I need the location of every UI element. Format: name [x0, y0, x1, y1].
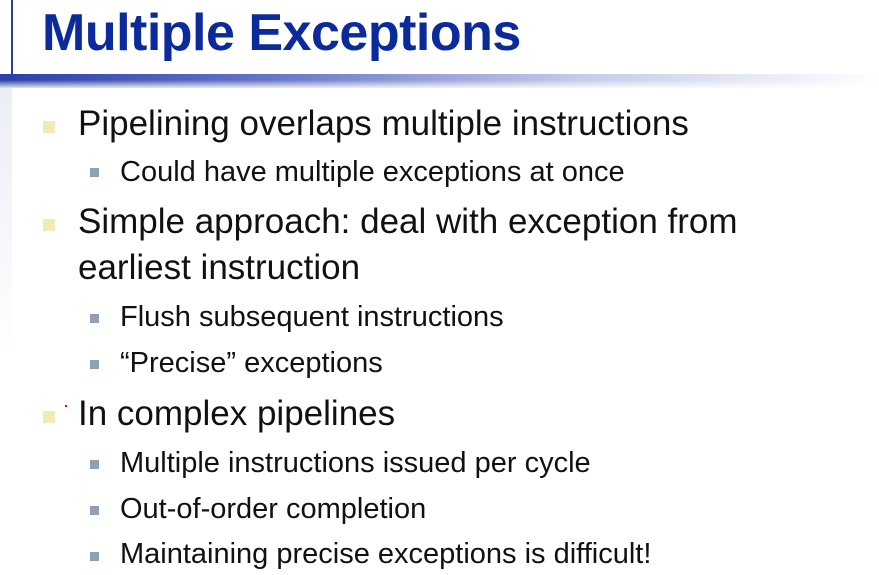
bullet-marker-icon [43, 219, 55, 231]
bullet-item-line-2: earliest instruction [78, 248, 361, 287]
sub-bullet-marker-icon [90, 552, 99, 561]
left-accent-fade [0, 88, 12, 358]
bullet-item: In complex pipelines [78, 394, 396, 433]
bullet-item: Pipelining overlaps multiple instruction… [78, 104, 689, 143]
sub-bullet-marker-icon [90, 460, 99, 469]
sub-bullet-item: Out-of-order completion [120, 493, 427, 525]
sub-bullet-marker-icon [90, 360, 99, 369]
title-underline-bar [0, 74, 879, 88]
sub-bullet-item: Flush subsequent instructions [120, 301, 504, 333]
stray-red-dot [65, 405, 67, 407]
slide: Multiple Exceptions Pipelining overlaps … [0, 0, 879, 575]
sub-bullet-marker-icon [90, 506, 99, 515]
sub-bullet-marker-icon [90, 314, 99, 323]
sub-bullet-item: Maintaining precise exceptions is diffic… [120, 538, 652, 570]
sub-bullet-item: Could have multiple exceptions at once [120, 156, 625, 188]
bullet-marker-icon [43, 411, 55, 423]
sub-bullet-marker-icon [90, 168, 99, 177]
bullet-item-line-1: Simple approach: deal with exception fro… [78, 202, 738, 241]
sub-bullet-item: “Precise” exceptions [120, 347, 383, 379]
slide-title: Multiple Exceptions [42, 4, 521, 62]
sub-bullet-item: Multiple instructions issued per cycle [120, 447, 591, 479]
bullet-marker-icon [43, 121, 55, 133]
